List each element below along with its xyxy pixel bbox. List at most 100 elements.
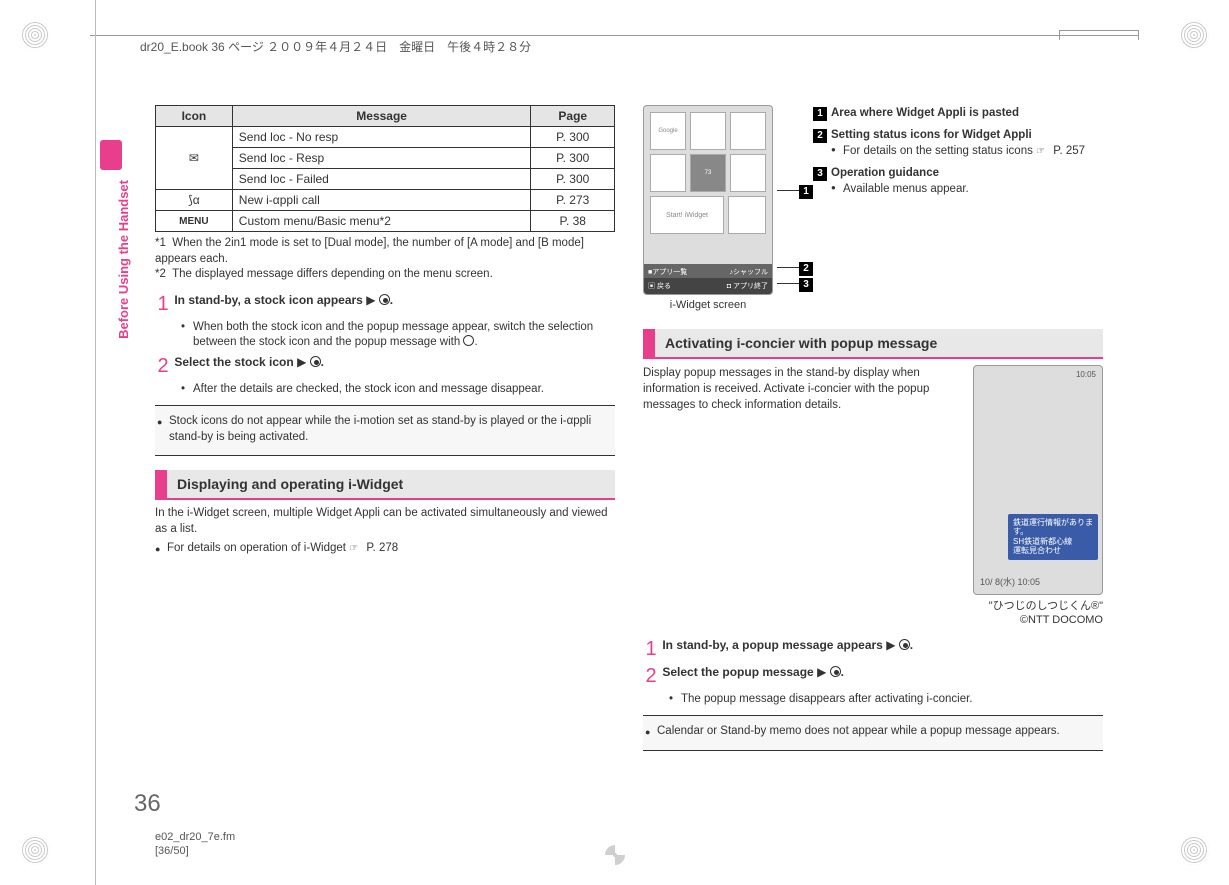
section-body: In the i-Widget screen, multiple Widget … — [155, 506, 615, 537]
cell-message: New i-αppli call — [232, 190, 531, 211]
iconcier-body: 10:05 鉄道運行情報があります。 SH鉄道新都心線 運転見合わせ 10/ 8… — [643, 365, 1103, 628]
crop-mark-icon — [20, 835, 50, 865]
callout-3: 3Operation guidance Available menus appe… — [813, 165, 1103, 197]
step-text: Select the stock icon ▶ . — [174, 355, 604, 369]
th-message: Message — [232, 106, 531, 127]
table-row: ✉ Send loc - No resp P. 300 — [156, 127, 615, 148]
callout-badge-icon: 1 — [813, 107, 827, 121]
footnote-list: *1 When the 2in1 mode is set to [Dual mo… — [155, 236, 615, 283]
callout-2-sub-text: For details on the setting status icons — [843, 145, 1036, 157]
callout-descriptions: 1Area where Widget Appli is pasted 2 Sett… — [807, 105, 1103, 203]
callout-3-title: Operation guidance — [831, 167, 939, 179]
callout-2-title: Setting status icons for Widget Appli — [831, 129, 1032, 141]
popup-line: SH鉄道新都心線 — [1013, 537, 1093, 547]
step-b2: 2 Select the popup message ▶ . — [643, 665, 1103, 688]
section-title: Displaying and operating i-Widget — [167, 470, 615, 498]
iconcier-caption: "ひつじのしつじくん®" ©NTT DOCOMO — [963, 599, 1103, 628]
step-number: 1 — [643, 638, 659, 661]
page-ref: P. 278 — [366, 542, 398, 554]
note-text: Stock icons do not appear while the i-mo… — [157, 414, 613, 445]
header-bracket-icon — [1059, 30, 1139, 40]
step-2: 2 Select the stock icon ▶ . — [155, 355, 615, 378]
pointer-icon: ☞ — [349, 542, 363, 552]
crop-mark-icon — [1179, 20, 1209, 50]
footnote-label: *2 — [155, 268, 166, 280]
sub-text: When both the stock icon and the popup m… — [193, 321, 593, 349]
step-number: 2 — [155, 355, 171, 378]
caption-line: ©NTT DOCOMO — [963, 613, 1103, 627]
cell-page: P. 300 — [531, 127, 615, 148]
note-text: Calendar or Stand-by memo does not appea… — [645, 724, 1101, 740]
step-main: In stand-by, a popup message appears — [662, 638, 883, 652]
arrow-icon: ▶ — [366, 293, 375, 307]
crop-mark-icon — [1179, 835, 1209, 865]
side-tab-marker — [100, 140, 122, 170]
callout-lines: 1 2 3 — [783, 105, 807, 295]
cell-page: P. 38 — [531, 211, 615, 232]
section-title: Activating i-concier with popup message — [655, 329, 1103, 357]
cell-message: Send loc - No resp — [232, 127, 531, 148]
step-number: 1 — [155, 293, 171, 316]
step-2-sub: After the details are checked, the stock… — [181, 382, 615, 398]
footnote-text: When the 2in1 mode is set to [Dual mode]… — [155, 237, 584, 265]
step-end: . — [390, 293, 393, 307]
cell-page: P. 273 — [531, 190, 615, 211]
cell-icon: ✉ — [156, 127, 233, 190]
bullet-text: For details on operation of i-Widget — [167, 542, 349, 554]
page-number: 36 — [134, 790, 161, 818]
center-key-icon — [830, 666, 841, 677]
sub-end: . — [474, 336, 477, 348]
iconcier-screenshot: 10:05 鉄道運行情報があります。 SH鉄道新都心線 運転見合わせ 10/ 8… — [973, 365, 1103, 595]
step-end: . — [910, 638, 913, 652]
cell-message: Send loc - Resp — [232, 148, 531, 169]
step-text: In stand-by, a stock icon appears ▶ . — [174, 293, 604, 307]
softkey-left: ▣ 戻る — [648, 281, 671, 291]
iwidget-screenshot: Google 73 Start! iWidget ■アプリ一覧 ♪シャッフル ▣… — [643, 105, 773, 295]
table-row: MENU Custom menu/Basic menu*2 P. 38 — [156, 211, 615, 232]
callout-2: 2 Setting status icons for Widget Appli F… — [813, 127, 1103, 159]
margin-line — [95, 0, 96, 885]
crop-mark-icon — [20, 20, 50, 50]
popup-message: 鉄道運行情報があります。 SH鉄道新都心線 運転見合わせ — [1008, 514, 1098, 560]
table-header-row: Icon Message Page — [156, 106, 615, 127]
center-target-icon — [605, 845, 625, 865]
step-1: 1 In stand-by, a stock icon appears ▶ . — [155, 293, 615, 316]
step-end: . — [321, 355, 324, 369]
center-key-icon — [379, 294, 390, 305]
caption-line: "ひつじのしつじくん®" — [963, 599, 1103, 613]
iwidget-figure: Google 73 Start! iWidget ■アプリ一覧 ♪シャッフル ▣… — [643, 105, 1103, 311]
step-b2-sub: The popup message disappears after activ… — [669, 692, 1103, 708]
iwidget-caption: i-Widget screen — [643, 299, 773, 311]
content-area: Icon Message Page ✉ Send loc - No resp P… — [155, 105, 1145, 765]
footnote-2: *2 The displayed message differs dependi… — [155, 267, 615, 283]
footnote-label: *1 — [155, 237, 166, 249]
softkey-right: ♪シャッフル — [730, 267, 769, 277]
left-column: Icon Message Page ✉ Send loc - No resp P… — [155, 105, 615, 765]
step-end: . — [841, 665, 844, 679]
section-bar-icon — [643, 329, 655, 357]
callout-badge-2: 2 — [799, 262, 813, 276]
note-box-b: Calendar or Stand-by memo does not appea… — [643, 715, 1103, 751]
callout-badge-icon: 3 — [813, 167, 827, 181]
section-bar-icon — [155, 470, 167, 498]
cell-message: Send loc - Failed — [232, 169, 531, 190]
callout-1: 1Area where Widget Appli is pasted — [813, 105, 1103, 121]
cell-message: Custom menu/Basic menu*2 — [232, 211, 531, 232]
message-table: Icon Message Page ✉ Send loc - No resp P… — [155, 105, 615, 232]
cell-page: P. 300 — [531, 169, 615, 190]
cell-icon: ⟆α — [156, 190, 233, 211]
section-header-iwidget: Displaying and operating i-Widget — [155, 470, 615, 500]
table-row: ⟆α New i-αppli call P. 273 — [156, 190, 615, 211]
step-text: In stand-by, a popup message appears ▶ . — [662, 638, 1092, 652]
th-page: Page — [531, 106, 615, 127]
pointer-icon: ☞ — [1036, 145, 1050, 155]
section-header-iconcier: Activating i-concier with popup message — [643, 329, 1103, 359]
step-text: Select the popup message ▶ . — [662, 665, 1092, 679]
step-b1: 1 In stand-by, a popup message appears ▶… — [643, 638, 1103, 661]
page-ref: P. 257 — [1053, 145, 1085, 157]
popup-line: 鉄道運行情報があります。 — [1013, 518, 1093, 537]
footnote-text: The displayed message differs depending … — [172, 268, 493, 280]
callout-badge-3: 3 — [799, 278, 813, 292]
note-box: Stock icons do not appear while the i-mo… — [155, 405, 615, 456]
callout-badge-icon: 2 — [813, 129, 827, 143]
